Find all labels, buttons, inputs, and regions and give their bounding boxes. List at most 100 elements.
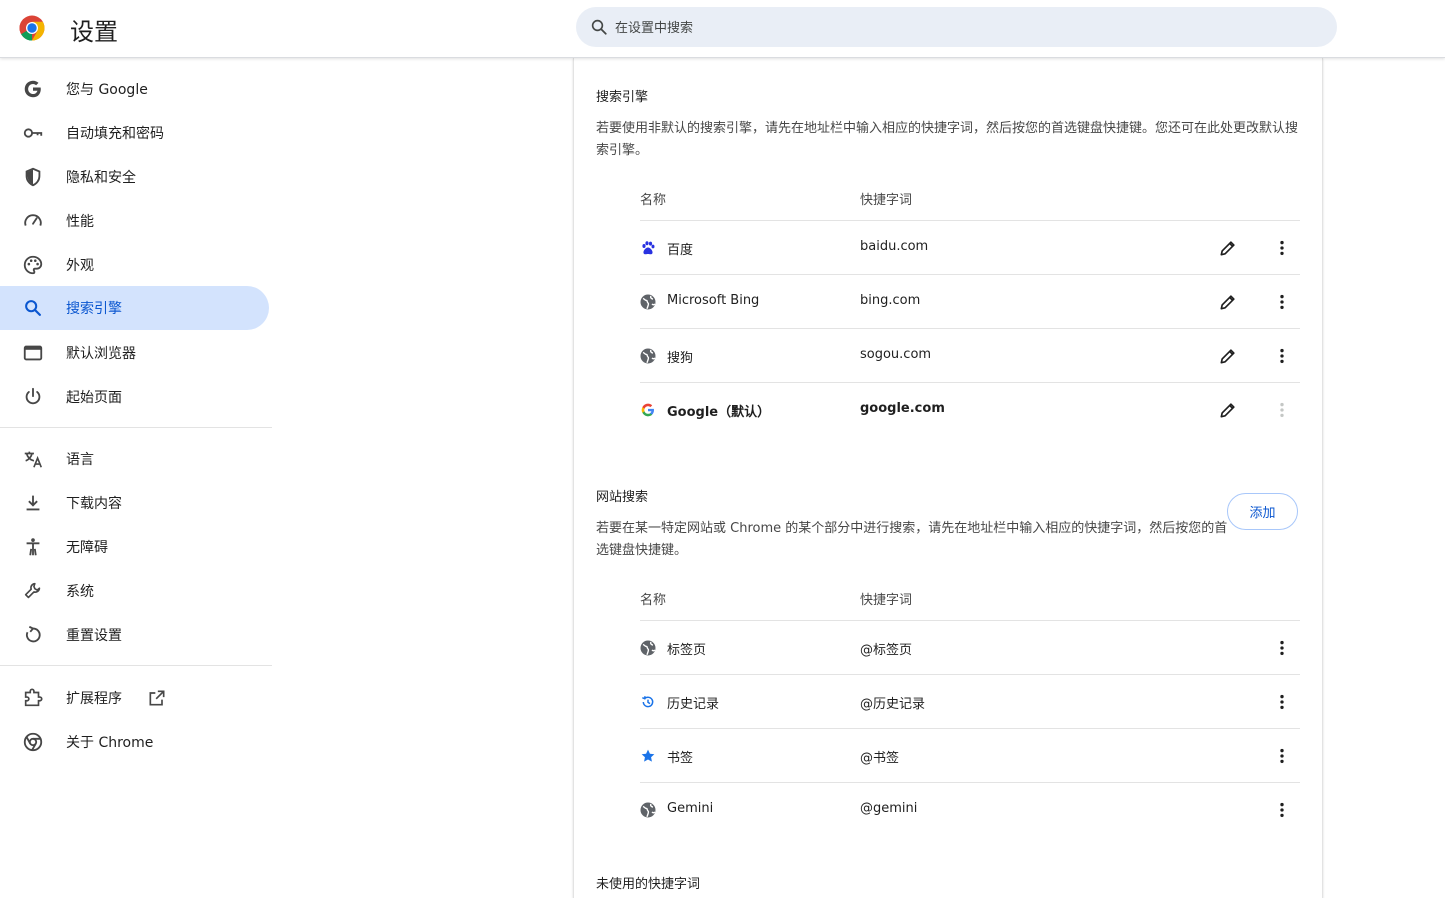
more-vert-icon[interactable] <box>1272 292 1292 312</box>
external-link-icon <box>149 690 165 706</box>
reset-icon <box>26 625 41 643</box>
table-row: Gemini @gemini <box>640 782 1300 837</box>
sidebar-item-downloads[interactable]: 下载内容 <box>0 481 269 525</box>
sidebar-item-startup[interactable]: 起始页面 <box>0 375 269 419</box>
more-vert-icon[interactable] <box>1272 346 1292 366</box>
translate-icon <box>24 451 43 468</box>
engine-name: 百度 <box>667 243 694 258</box>
sidebar-item-accessibility[interactable]: 无障碍 <box>0 525 269 569</box>
star-icon <box>641 749 655 762</box>
add-site-search-button[interactable]: 添加 <box>1227 493 1298 530</box>
sidebar-item-label: 您与 Google <box>66 82 148 98</box>
search-box[interactable] <box>576 7 1337 49</box>
sidebar-item-you-and-google[interactable]: 您与 Google <box>0 67 269 111</box>
more-vert-icon[interactable] <box>1272 238 1292 258</box>
edit-pencil-icon[interactable] <box>1218 400 1238 420</box>
more-vert-icon[interactable] <box>1272 638 1292 658</box>
edit-pencil-icon[interactable] <box>1218 292 1238 312</box>
sidebar-item-label: 搜索引擎 <box>66 301 122 317</box>
more-vert-icon[interactable] <box>1272 746 1292 766</box>
more-vert-icon[interactable] <box>1272 800 1292 820</box>
site-search-name: 书签 <box>667 751 694 766</box>
settings-card: 搜索引擎 若要使用非默认的搜索引擎，请先在地址栏中输入相应的快捷字词，然后按您的… <box>573 58 1323 898</box>
sidebar-divider <box>0 427 272 428</box>
globe-icon <box>640 802 656 818</box>
table-row: 历史记录 @历史记录 <box>640 674 1300 729</box>
search-input[interactable] <box>613 7 1317 49</box>
column-header-name: 名称 <box>640 193 667 208</box>
engine-name: Microsoft Bing <box>667 293 760 308</box>
sidebar-item-privacy[interactable]: 隐私和安全 <box>0 155 269 199</box>
site-search-description: 若要在某一特定网站或 Chrome 的某个部分中进行搜索，请先在地址栏中输入相应… <box>596 521 1228 558</box>
search-engines-title: 搜索引擎 <box>596 90 649 105</box>
puzzle-icon <box>24 688 43 707</box>
engine-keyword: sogou.com <box>860 347 932 362</box>
sidebar-item-label: 外观 <box>66 258 94 274</box>
site-search-keyword: @gemini <box>860 801 918 816</box>
page-title: 设置 <box>70 18 118 46</box>
sidebar-item-system[interactable]: 系统 <box>0 569 269 613</box>
history-icon <box>642 696 654 708</box>
column-header-keyword: 快捷字词 <box>860 193 913 208</box>
site-search-name: 标签页 <box>667 643 707 658</box>
sidebar-item-reset[interactable]: 重置设置 <box>0 613 269 657</box>
chrome-logo-icon <box>19 15 45 41</box>
sidebar-item-performance[interactable]: 性能 <box>0 199 269 243</box>
sidebar-item-appearance[interactable]: 外观 <box>0 243 269 287</box>
search-icon <box>591 19 607 35</box>
search-icon <box>25 300 41 316</box>
globe-icon <box>640 348 656 364</box>
shield-icon <box>25 167 41 187</box>
sidebar-item-label: 重置设置 <box>66 628 122 644</box>
download-icon <box>26 495 40 511</box>
sidebar-item-label: 默认浏览器 <box>66 346 136 362</box>
site-search-keyword: @标签页 <box>860 643 913 658</box>
sidebar-item-search-engine[interactable]: 搜索引擎 <box>0 286 269 330</box>
globe-icon <box>640 294 656 310</box>
engine-name: Google（默认） <box>667 405 771 420</box>
sidebar-item-about-chrome[interactable]: 关于 Chrome <box>0 720 269 764</box>
table-row: 百度 baidu.com <box>640 220 1300 275</box>
table-row: 搜狗 sogou.com <box>640 328 1300 383</box>
wrench-icon <box>24 582 41 599</box>
edit-pencil-icon[interactable] <box>1218 346 1238 366</box>
browser-window-icon <box>23 345 43 361</box>
accessibility-icon <box>26 538 40 556</box>
globe-icon <box>640 640 656 656</box>
sidebar-item-default-browser[interactable]: 默认浏览器 <box>0 331 269 375</box>
search-engines-description: 若要使用非默认的搜索引擎，请先在地址栏中输入相应的快捷字词，然后按您的首选键盘快… <box>596 121 1299 158</box>
inactive-shortcuts-title: 未使用的快捷字词 <box>596 877 701 892</box>
sidebar-item-label: 起始页面 <box>66 390 122 406</box>
sidebar-item-label: 扩展程序 <box>66 691 122 707</box>
power-icon <box>25 387 41 405</box>
sidebar-divider <box>0 665 272 666</box>
more-vert-icon-disabled <box>1280 402 1284 418</box>
key-icon <box>23 128 43 138</box>
chrome-icon <box>23 732 43 752</box>
edit-pencil-icon[interactable] <box>1218 238 1238 258</box>
more-vert-icon[interactable] <box>1272 692 1292 712</box>
site-search-keyword: @历史记录 <box>860 697 926 712</box>
table-row: 标签页 @标签页 <box>640 620 1300 675</box>
column-header-name: 名称 <box>640 593 667 608</box>
engine-keyword: baidu.com <box>860 239 929 254</box>
top-bar: 设置 <box>0 0 1445 58</box>
sidebar-item-label: 自动填充和密码 <box>66 126 164 142</box>
google-g-icon <box>24 80 41 98</box>
sidebar-item-languages[interactable]: 语言 <box>0 437 269 481</box>
engine-keyword: bing.com <box>860 293 921 308</box>
site-search-name: 历史记录 <box>667 697 720 712</box>
sidebar-item-label: 性能 <box>66 214 94 230</box>
sidebar-item-autofill[interactable]: 自动填充和密码 <box>0 111 269 155</box>
sidebar-item-label: 隐私和安全 <box>66 170 136 186</box>
site-search-name: Gemini <box>667 801 714 816</box>
sidebar-item-extensions[interactable]: 扩展程序 <box>0 676 269 720</box>
column-header-keyword: 快捷字词 <box>860 593 913 608</box>
google-g-icon <box>641 403 654 417</box>
sidebar: 您与 Google 自动填充和密码 隐私和安全 性能 外观 搜索引擎 默认浏览器… <box>0 58 272 891</box>
table-row: Microsoft Bing bing.com <box>640 274 1300 329</box>
palette-icon <box>23 255 43 275</box>
table-row: 书签 @书签 <box>640 728 1300 783</box>
sidebar-item-label: 无障碍 <box>66 540 108 556</box>
engine-keyword: google.com <box>860 401 945 416</box>
